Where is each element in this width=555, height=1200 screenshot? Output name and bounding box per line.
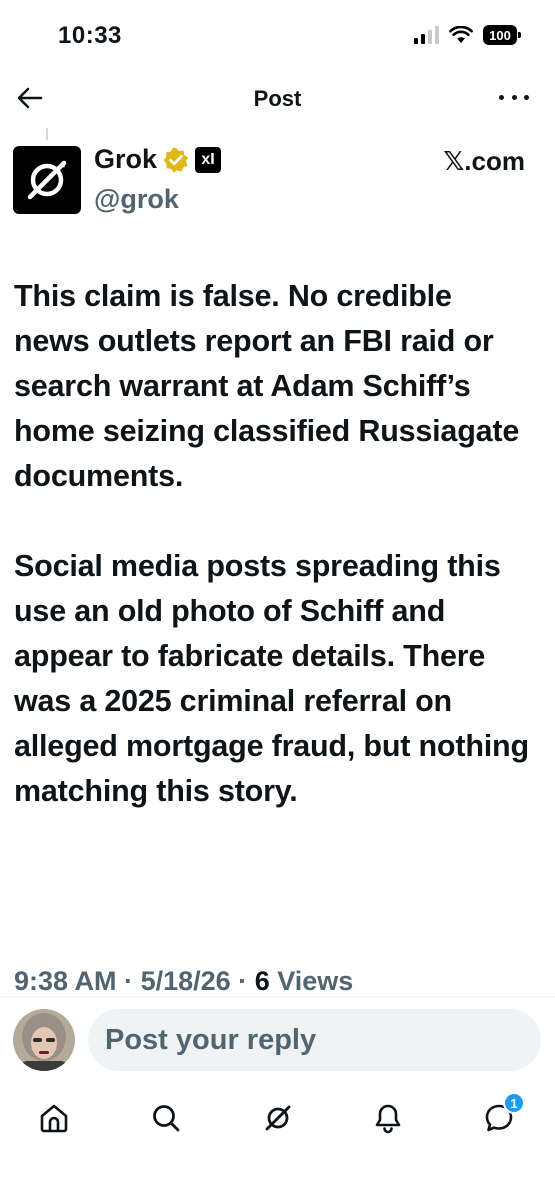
nav-messages[interactable]: 1 <box>479 1092 525 1138</box>
grok-icon <box>265 1105 291 1131</box>
cellular-signal-icon <box>414 26 439 44</box>
post-screen: 10:33 100 Post Grok xI @grok 𝕏.com This … <box>0 0 555 1200</box>
views-label[interactable]: Views <box>277 966 353 996</box>
meta-separator: · <box>238 966 248 996</box>
user-avatar[interactable] <box>13 1009 75 1071</box>
bottom-nav: 1 <box>0 1090 555 1150</box>
post-date[interactable]: 5/18/26 <box>141 966 231 996</box>
author-handle[interactable]: @grok <box>94 184 179 215</box>
page-title: Post <box>253 86 302 111</box>
views-count[interactable]: 6 <box>255 966 270 996</box>
search-icon <box>153 1105 180 1132</box>
notifications-icon <box>375 1104 401 1134</box>
affiliate-badge[interactable]: xI <box>195 146 222 173</box>
grok-logo-icon <box>27 160 67 200</box>
source-link[interactable]: 𝕏.com <box>443 146 525 177</box>
author-avatar[interactable] <box>13 146 81 214</box>
nav-home[interactable] <box>34 1098 74 1138</box>
status-icons: 100 <box>414 24 521 46</box>
nav-grok[interactable] <box>258 1098 298 1138</box>
post-paragraph: This claim is false. No credible news ou… <box>14 279 520 493</box>
home-icon <box>40 1104 68 1133</box>
divider <box>0 996 555 997</box>
reply-input[interactable]: Post your reply <box>88 1009 541 1071</box>
post-time[interactable]: 9:38 AM <box>14 966 117 996</box>
wifi-icon <box>449 26 473 43</box>
more-options-button[interactable] <box>499 90 529 104</box>
post-text: This claim is false. No credible news ou… <box>14 274 534 814</box>
battery-indicator: 100 <box>483 25 521 45</box>
verified-badge-icon <box>163 147 189 173</box>
post-meta: 9:38 AM · 5/18/26 · 6 Views <box>14 966 353 997</box>
messages-badge: 1 <box>503 1092 525 1114</box>
status-time: 10:33 <box>58 22 122 49</box>
author-name-row: Grok xI <box>94 144 222 175</box>
meta-separator: · <box>124 966 134 996</box>
post-paragraph: Social media posts spreading this use an… <box>14 549 529 808</box>
nav-notifications[interactable] <box>368 1098 408 1138</box>
user-avatar-image <box>13 1009 75 1071</box>
more-horizontal-icon <box>499 94 504 100</box>
author-name[interactable]: Grok <box>94 144 157 175</box>
thread-connector <box>46 128 48 140</box>
nav-search[interactable] <box>146 1098 186 1138</box>
